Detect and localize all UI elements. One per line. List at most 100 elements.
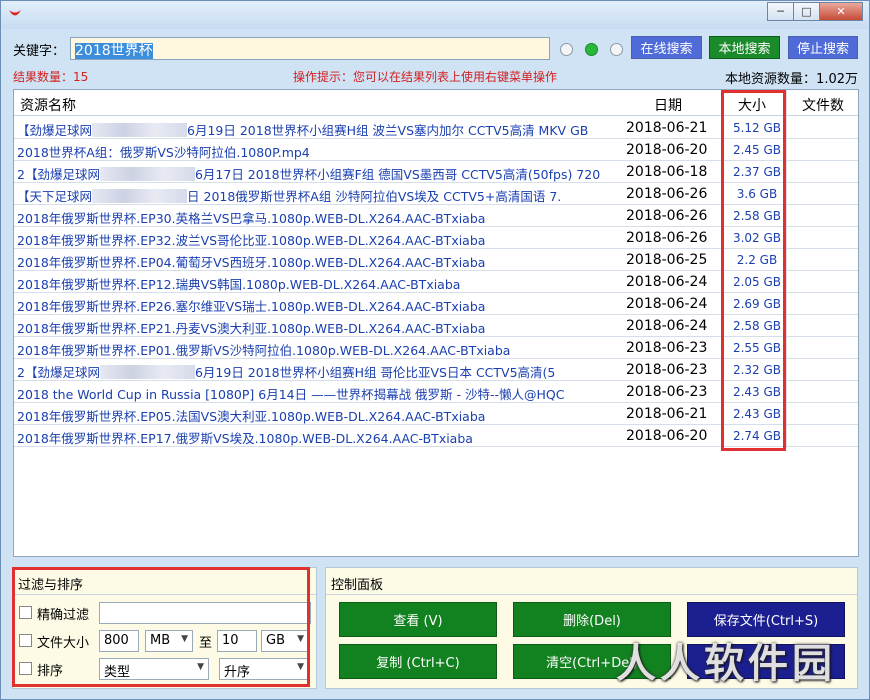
size-cell: 3.02 GB xyxy=(732,231,782,245)
size-cell: 2.58 GB xyxy=(732,319,782,333)
size-cell: 2.58 GB xyxy=(732,209,782,223)
size-cell: 2.69 GB xyxy=(732,297,782,311)
chevron-down-icon: ▼ xyxy=(297,634,304,644)
chevron-down-icon: ▼ xyxy=(181,634,188,644)
result-count: 结果数量：15 xyxy=(13,70,89,84)
date-cell: 2018-06-21 xyxy=(626,406,708,422)
table-row[interactable]: 2018年俄罗斯世界杯.EP01.俄罗斯VS沙特阿拉伯.1080p.WEB-DL… xyxy=(14,337,858,359)
sort-order-select[interactable]: 升序 ▼ xyxy=(219,658,309,680)
size-max-unit-select[interactable]: GB ▼ xyxy=(261,630,309,652)
view-button[interactable]: 查看 (V) xyxy=(339,602,497,637)
resource-name-cell: 2018年俄罗斯世界杯.EP04.葡萄牙VS西班牙.1080p.WEB-DL.X… xyxy=(17,255,486,270)
resource-name-cell: 2018年俄罗斯世界杯.EP17.俄罗斯VS埃及.1080p.WEB-DL.X2… xyxy=(17,431,473,446)
size-cell: 2.05 GB xyxy=(732,275,782,289)
to-label: 至 xyxy=(199,636,213,651)
column-divider xyxy=(786,90,787,448)
date-cell: 2018-06-24 xyxy=(626,318,708,334)
table-header: 资源名称 日期 大小 文件数 xyxy=(14,90,858,116)
date-cell: 2018-06-20 xyxy=(626,142,708,158)
date-cell: 2018-06-24 xyxy=(626,274,708,290)
app-logo-icon xyxy=(9,10,21,16)
info-row: 结果数量：15 操作提示：您可以在结果列表上使用右键菜单操作 本地资源数量：1.… xyxy=(13,67,858,87)
table-row[interactable]: 2018年俄罗斯世界杯.EP12.瑞典VS韩国.1080p.WEB-DL.X26… xyxy=(14,271,858,293)
table-row[interactable]: 2018年俄罗斯世界杯.EP26.塞尔维亚VS瑞士.1080p.WEB-DL.X… xyxy=(14,293,858,315)
table-row[interactable]: 2018年俄罗斯世界杯.EP30.英格兰VS巴拿马.1080p.WEB-DL.X… xyxy=(14,205,858,227)
column-divider xyxy=(721,90,722,448)
table-row[interactable]: 2018年俄罗斯世界杯.EP04.葡萄牙VS西班牙.1080p.WEB-DL.X… xyxy=(14,249,858,271)
table-row[interactable]: 2018年俄罗斯世界杯.EP17.俄罗斯VS埃及.1080p.WEB-DL.X2… xyxy=(14,425,858,447)
table-row[interactable]: 2018 the World Cup in Russia [1080P] 6月1… xyxy=(14,381,858,403)
file-size-checkbox[interactable] xyxy=(19,634,32,647)
stop-search-button[interactable]: 停止搜索 xyxy=(788,36,858,59)
size-cell: 2.74 GB xyxy=(732,429,782,443)
sort-checkbox[interactable] xyxy=(19,662,32,675)
sort-by-select[interactable]: 类型 ▼ xyxy=(99,658,209,680)
date-cell: 2018-06-20 xyxy=(626,428,708,444)
date-cell: 2018-06-25 xyxy=(626,252,708,268)
header-files[interactable]: 文件数 xyxy=(802,95,844,115)
table-row[interactable]: 2【劲爆足球网 6月19日 2018世界杯小组赛H组 哥伦比亚VS日本 CCTV5… xyxy=(14,359,858,381)
table-row[interactable]: 2【劲爆足球网 6月17日 2018世界杯小组赛F组 德国VS墨西哥 CCTV5高… xyxy=(14,161,858,183)
close-button[interactable]: ✕ xyxy=(819,2,863,21)
size-cell: 2.43 GB xyxy=(732,385,782,399)
header-size[interactable]: 大小 xyxy=(738,95,766,115)
watermark-logo: 人人软件园 xyxy=(616,640,836,687)
online-search-button[interactable]: 在线搜索 xyxy=(631,36,702,59)
table-row[interactable]: 2018年俄罗斯世界杯.EP05.法国VS澳大利亚.1080p.WEB-DL.X… xyxy=(14,403,858,425)
size-min-input[interactable]: 800 xyxy=(99,630,139,652)
table-row[interactable]: 【劲爆足球网 6月19日 2018世界杯小组赛H组 波兰VS塞内加尔 CCTV5高… xyxy=(14,117,858,139)
table-row[interactable]: 2018年俄罗斯世界杯.EP21.丹麦VS澳大利亚.1080p.WEB-DL.X… xyxy=(14,315,858,337)
resource-name-cell: 2018世界杯A组：俄罗斯VS沙特阿拉伯.1080P.mp4 xyxy=(17,145,310,160)
chevron-down-icon: ▼ xyxy=(197,662,204,672)
date-cell: 2018-06-26 xyxy=(626,186,708,202)
size-cell: 2.45 GB xyxy=(732,143,782,157)
copy-button[interactable]: 复制 (Ctrl+C) xyxy=(339,644,497,679)
file-size-label: 文件大小 xyxy=(37,636,90,651)
sort-label: 排序 xyxy=(37,664,64,679)
exact-filter-label: 精确过滤 xyxy=(37,608,90,623)
redacted-text xyxy=(99,365,195,379)
local-search-button[interactable]: 本地搜索 xyxy=(709,36,780,59)
size-cell: 2.2 GB xyxy=(736,253,778,267)
file-size-row: 文件大小 800 MB ▼ 至 10 GB ▼ xyxy=(19,630,309,652)
resource-name-cell: 2018年俄罗斯世界杯.EP01.俄罗斯VS沙特阿拉伯.1080p.WEB-DL… xyxy=(17,343,511,358)
operation-tip: 操作提示：您可以在结果列表上使用右键菜单操作 xyxy=(293,70,558,84)
resource-name-cell: 2【劲爆足球网 6月19日 2018世界杯小组赛H组 哥伦比亚VS日本 CCTV5… xyxy=(17,365,556,380)
keyword-label: 关键字： xyxy=(13,44,66,59)
table-row[interactable]: 2018年俄罗斯世界杯.EP32.波兰VS哥伦比亚.1080p.WEB-DL.X… xyxy=(14,227,858,249)
maximize-button[interactable]: □ xyxy=(793,2,820,21)
resource-name-cell: 2【劲爆足球网 6月17日 2018世界杯小组赛F组 德国VS墨西哥 CCTV5高… xyxy=(17,167,601,182)
date-cell: 2018-06-24 xyxy=(626,296,708,312)
exact-filter-checkbox[interactable] xyxy=(19,606,32,619)
status-dot-3 xyxy=(610,43,623,56)
date-cell: 2018-06-18 xyxy=(626,164,708,180)
exact-filter-row: 精确过滤 xyxy=(19,602,311,624)
control-title: 控制面板 xyxy=(331,578,384,593)
table-row[interactable]: 【天下足球网日 2018俄罗斯世界杯A组 沙特阿拉伯VS埃及 CCTV5+高清国… xyxy=(14,183,858,205)
header-date[interactable]: 日期 xyxy=(654,95,682,115)
table-row[interactable]: 2018世界杯A组：俄罗斯VS沙特阿拉伯.1080P.mp4 2018-06-20… xyxy=(14,139,858,161)
keyword-input[interactable]: 2018世界杯 xyxy=(70,37,550,60)
size-max-input[interactable]: 10 xyxy=(217,630,257,652)
date-cell: 2018-06-26 xyxy=(626,230,708,246)
header-name[interactable]: 资源名称 xyxy=(20,95,76,115)
filter-sort-panel: 过滤与排序 精确过滤 文件大小 800 MB ▼ 至 10 GB ▼ 排序 类型 ▼ … xyxy=(12,567,317,689)
local-resource-count: 本地资源数量：1.02万 xyxy=(725,72,858,87)
resource-name-cell: 2018年俄罗斯世界杯.EP32.波兰VS哥伦比亚.1080p.WEB-DL.X… xyxy=(17,233,486,248)
chevron-down-icon: ▼ xyxy=(297,662,304,672)
resource-name-cell: 2018年俄罗斯世界杯.EP12.瑞典VS韩国.1080p.WEB-DL.X26… xyxy=(17,277,461,292)
redacted-text xyxy=(92,123,188,137)
search-bar: 关键字： 2018世界杯 在线搜索 本地搜索 停止搜索 xyxy=(13,36,858,62)
sort-row: 排序 类型 ▼ 升序 ▼ xyxy=(19,658,309,680)
results-table: 资源名称 日期 大小 文件数 【劲爆足球网 6月19日 2018世界杯小组赛H组 … xyxy=(13,89,859,557)
minimize-button[interactable]: ─ xyxy=(767,2,794,21)
title-bar: ─ □ ✕ xyxy=(1,1,869,29)
date-cell: 2018-06-23 xyxy=(626,340,708,356)
exact-filter-input[interactable] xyxy=(99,602,311,624)
size-cell: 2.55 GB xyxy=(732,341,782,355)
date-cell: 2018-06-21 xyxy=(626,120,708,136)
resource-name-cell: 2018年俄罗斯世界杯.EP21.丹麦VS澳大利亚.1080p.WEB-DL.X… xyxy=(17,321,486,336)
size-cell: 2.37 GB xyxy=(732,165,782,179)
size-min-unit-select[interactable]: MB ▼ xyxy=(145,630,193,652)
app-window: ─ □ ✕ 关键字： 2018世界杯 在线搜索 本地搜索 停止搜索 结果数量：1… xyxy=(0,0,870,700)
